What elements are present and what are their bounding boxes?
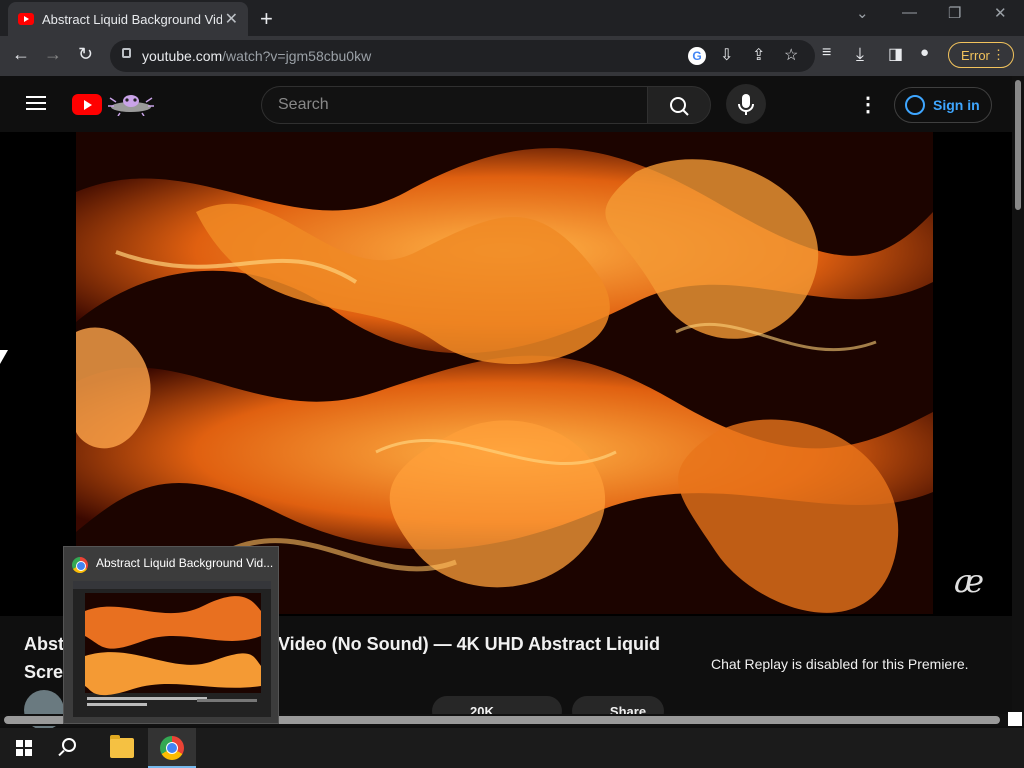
taskbar-window-preview[interactable]: Abstract Liquid Background Vid...	[63, 546, 279, 724]
chat-replay-message: Chat Replay is disabled for this Premier…	[711, 656, 969, 672]
preview-title: Abstract Liquid Background Vid...	[96, 556, 274, 570]
scroll-corner	[1008, 712, 1022, 726]
profile-icon[interactable]: ●	[920, 44, 929, 61]
search-input[interactable]: Search	[261, 86, 647, 124]
forward-icon[interactable]: →	[44, 44, 62, 65]
taskbar-search-icon[interactable]	[62, 738, 76, 752]
preview-thumbnail[interactable]	[73, 581, 271, 717]
youtube-favicon-icon	[18, 13, 34, 25]
tab-search-chevron-icon[interactable]: ⌄	[856, 4, 869, 22]
restore-icon[interactable]: ❐	[948, 4, 961, 22]
vertical-scroll-thumb[interactable]	[1015, 80, 1021, 210]
error-profile-button[interactable]: Error ⋮	[948, 42, 1014, 68]
doodle-icon[interactable]	[106, 90, 156, 116]
install-icon[interactable]: ⇩	[720, 45, 733, 65]
tab-title: Abstract Liquid Background Vide	[42, 11, 222, 27]
search-button[interactable]	[647, 86, 711, 124]
video-thumbnail-image	[76, 132, 933, 614]
downloads-icon[interactable]: ⤓	[856, 44, 864, 65]
browser-toolbar: ← → ↻ youtube.com/watch?v=jgm58cbu0kw G …	[0, 36, 1024, 76]
mouse-cursor-icon	[0, 350, 8, 364]
chrome-icon	[72, 557, 88, 573]
search-icon	[670, 97, 689, 116]
video-player[interactable]: æ	[0, 132, 1012, 616]
windows-start-icon[interactable]	[16, 740, 32, 756]
share-page-icon[interactable]: ⇪	[752, 45, 765, 65]
youtube-header: Search ⋮ Sign in	[0, 76, 1012, 132]
file-explorer-icon[interactable]	[110, 735, 134, 758]
hamburger-menu-icon[interactable]	[26, 96, 46, 110]
sign-in-button[interactable]: Sign in	[894, 87, 992, 123]
voice-search-button[interactable]	[726, 84, 766, 124]
url-text: youtube.com/watch?v=jgm58cbu0kw	[142, 48, 372, 64]
new-tab-button[interactable]: +	[260, 6, 273, 32]
account-icon	[905, 95, 925, 115]
reload-icon[interactable]: ↻	[78, 44, 93, 65]
screen: Abstract Liquid Background Vide ✕ + ⌄ — …	[0, 0, 1024, 768]
lock-icon	[122, 48, 131, 58]
media-queue-icon[interactable]: ≡	[822, 44, 831, 62]
windows-taskbar	[0, 728, 1024, 768]
address-bar[interactable]: youtube.com/watch?v=jgm58cbu0kw G ⇩ ⇪ ☆	[110, 40, 815, 72]
video-frame[interactable]	[76, 132, 933, 614]
tab-close-icon[interactable]: ✕	[225, 9, 238, 29]
google-lens-icon[interactable]: G	[688, 47, 706, 65]
youtube-logo[interactable]	[72, 94, 102, 115]
browser-tab[interactable]: Abstract Liquid Background Vide ✕	[8, 2, 248, 36]
close-window-icon[interactable]: ✕	[994, 4, 1007, 22]
chrome-icon	[160, 736, 184, 760]
bookmark-star-icon[interactable]: ☆	[784, 45, 798, 65]
tab-strip: Abstract Liquid Background Vide ✕ + ⌄ — …	[0, 0, 1024, 36]
vertical-scrollbar[interactable]	[1012, 76, 1024, 714]
back-icon[interactable]: ←	[12, 44, 30, 65]
side-panel-icon[interactable]: ◨	[888, 44, 903, 64]
more-icon: ⋮	[992, 47, 1005, 62]
settings-menu-icon[interactable]: ⋮	[858, 92, 878, 117]
microphone-icon	[738, 94, 754, 115]
chrome-taskbar-button[interactable]	[148, 728, 196, 768]
preview-thumbnail-image	[73, 581, 271, 717]
minimize-icon[interactable]: —	[902, 4, 917, 21]
channel-watermark[interactable]: æ	[954, 562, 984, 600]
